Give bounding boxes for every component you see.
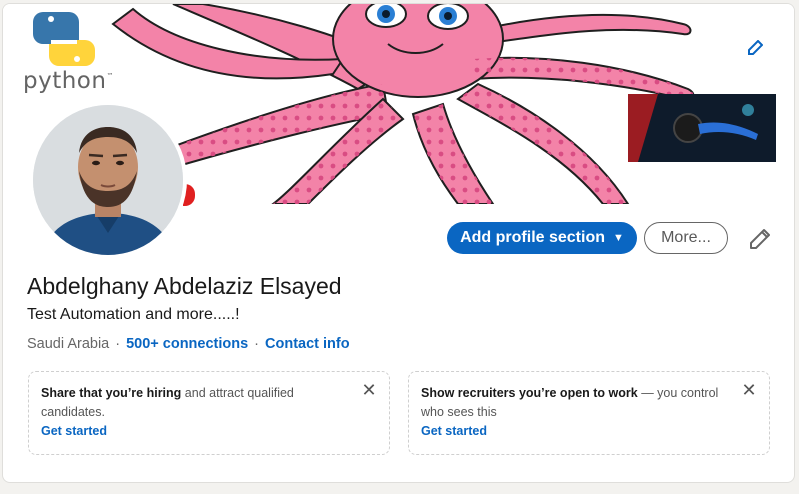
profile-headline: Test Automation and more.....! — [27, 306, 240, 323]
add-profile-section-label: Add profile section — [460, 229, 605, 246]
add-profile-section-button[interactable]: Add profile section ▼ — [447, 222, 637, 254]
get-started-link[interactable]: Get started — [421, 422, 729, 441]
edit-cover-button[interactable] — [743, 36, 767, 60]
hiring-promo-card: Share that you’re hiring and attract qua… — [28, 371, 390, 455]
separator: · — [254, 336, 260, 352]
connections-link[interactable]: 500+ connections — [126, 336, 248, 352]
more-button[interactable]: More... — [644, 222, 728, 254]
separator: · — [115, 336, 121, 352]
python-logo-text: python™ — [23, 68, 114, 94]
avatar — [33, 105, 183, 255]
promo-lead: Share that you’re hiring — [41, 386, 182, 400]
edit-intro-button[interactable] — [747, 226, 773, 252]
close-icon[interactable]: ✕ — [359, 380, 379, 400]
pencil-icon — [750, 229, 770, 249]
caret-down-icon: ▼ — [613, 232, 624, 244]
promo-lead: Show recruiters you’re open to work — [421, 386, 638, 400]
open-to-work-promo-card: Show recruiters you’re open to work — yo… — [408, 371, 770, 455]
profile-meta: Saudi Arabia · 500+ connections · Contac… — [27, 336, 350, 352]
location: Saudi Arabia — [27, 336, 110, 352]
cover-inset-photo — [628, 94, 776, 162]
profile-name: Abdelghany Abdelaziz Elsayed — [27, 273, 342, 299]
get-started-link[interactable]: Get started — [41, 422, 349, 441]
pencil-icon — [748, 40, 763, 55]
contact-info-link[interactable]: Contact info — [265, 336, 350, 352]
profile-photo[interactable] — [29, 101, 187, 259]
close-icon[interactable]: ✕ — [739, 380, 759, 400]
profile-card: python™ Add profile section ▼ More... Ab… — [2, 3, 795, 483]
